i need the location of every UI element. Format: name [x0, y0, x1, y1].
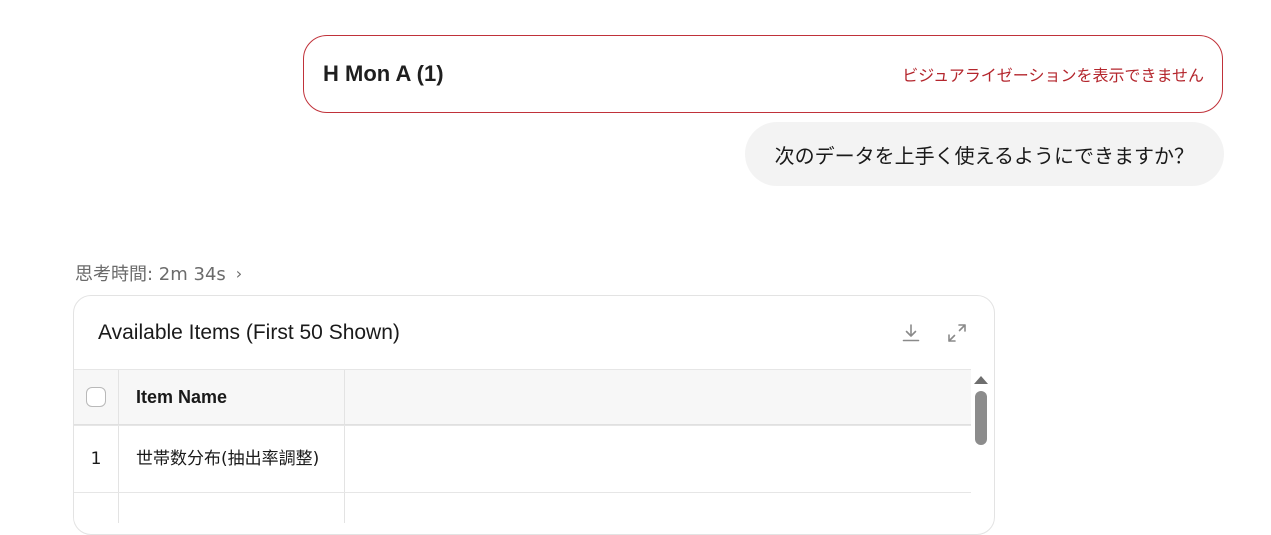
table-header-bar: Available Items (First 50 Shown): [74, 296, 994, 369]
row-index: [74, 493, 119, 523]
table-row[interactable]: [74, 492, 971, 523]
file-attachment-card[interactable]: H Mon A (1) ビジュアライゼーションを表示できません: [303, 35, 1223, 113]
thinking-label: 思考時間: 2m 34s: [75, 264, 226, 285]
column-header-empty: [345, 370, 971, 424]
thinking-toggle[interactable]: 思考時間: 2m 34s ›: [75, 260, 242, 286]
download-button[interactable]: [900, 322, 922, 344]
table-title: Available Items (First 50 Shown): [98, 320, 400, 344]
row-index: 1: [74, 426, 119, 492]
vertical-scrollbar[interactable]: [974, 374, 988, 534]
scrollbar-thumb[interactable]: [975, 391, 987, 445]
select-all-cell: [74, 370, 119, 424]
expand-icon: [948, 323, 966, 342]
data-grid: Item Name 1 世帯数分布(抽出率調整): [74, 369, 971, 523]
empty-cell: [345, 493, 971, 523]
table-tools: [900, 322, 968, 344]
table-header-row: Item Name: [74, 369, 971, 425]
chevron-right-icon: ›: [235, 263, 243, 283]
visualization-error-text: ビジュアライゼーションを表示できません: [902, 66, 1204, 85]
user-message-text: 次のデータを上手く使えるようにできますか？: [774, 143, 1194, 168]
file-name: H Mon A (1): [323, 61, 444, 86]
table-row[interactable]: 1 世帯数分布(抽出率調整): [74, 425, 971, 492]
expand-button[interactable]: [946, 322, 968, 344]
column-header-item-name[interactable]: Item Name: [119, 370, 345, 424]
scroll-up-arrow-icon[interactable]: [974, 376, 988, 384]
empty-cell: [345, 426, 971, 492]
item-name-cell: 世帯数分布(抽出率調整): [119, 426, 345, 492]
item-name-cell: [119, 493, 345, 523]
select-all-checkbox[interactable]: [86, 387, 106, 407]
download-icon: [902, 323, 920, 341]
data-table-card: Available Items (First 50 Shown) Item Na…: [73, 295, 995, 535]
user-message-bubble: 次のデータを上手く使えるようにできますか？: [744, 122, 1224, 186]
